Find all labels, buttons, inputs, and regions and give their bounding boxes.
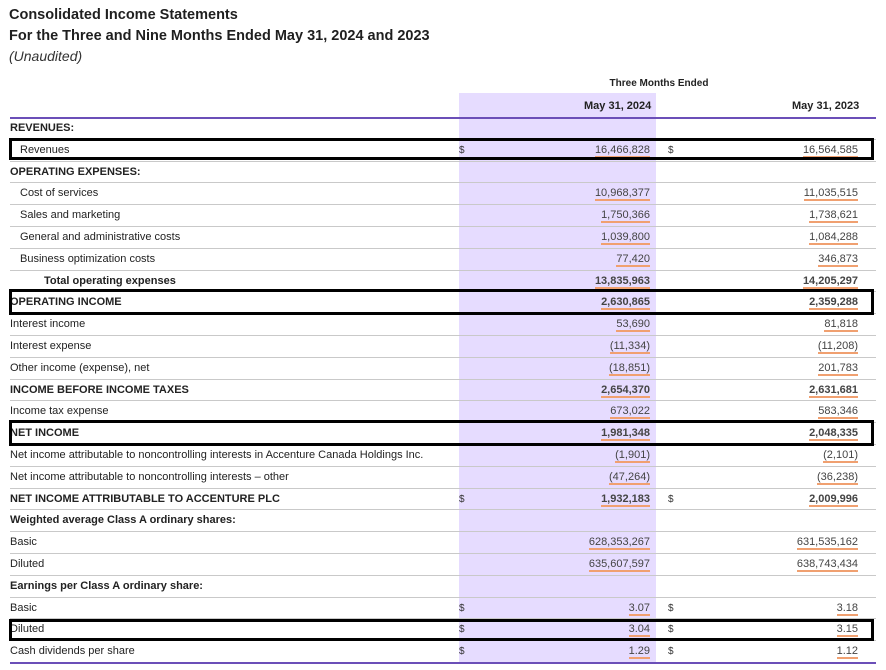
highlight-box-diluted-eps: [9, 619, 874, 641]
value-2024: 10,968,377: [594, 187, 650, 202]
report-title-line-1: Consolidated Income Statements: [9, 7, 238, 23]
row-label: Basic: [10, 536, 37, 549]
currency-symbol: $: [668, 602, 674, 614]
table-row: Net income attributable to noncontrollin…: [0, 467, 886, 489]
value-2024: (1,901): [615, 449, 650, 463]
currency-symbol: $: [459, 646, 465, 658]
row-label: Cost of services: [20, 187, 99, 200]
value-2023: 3.18: [836, 601, 858, 616]
row-label: REVENUES:: [10, 122, 75, 134]
value-2023: 638,743,434: [796, 558, 858, 572]
highlight-box-operating-income: [9, 289, 874, 315]
value-2023: 201,783: [818, 361, 858, 376]
value-2023: 583,346: [818, 405, 858, 420]
row-label: Other income (expense), net: [10, 361, 150, 374]
row-label: Diluted: [10, 558, 45, 570]
column-header-2024: May 31, 2024: [584, 100, 652, 112]
value-2023: 14,205,297: [802, 274, 858, 289]
value-2024: 53,690: [616, 318, 650, 333]
value-2023: 631,535,162: [796, 536, 858, 551]
currency-symbol: $: [459, 493, 465, 505]
row-label: General and administrative costs: [20, 231, 181, 243]
table-row: Interest expense (11,334) (11,208): [0, 336, 886, 358]
table-row: OPERATING EXPENSES:: [0, 162, 886, 184]
value-2024: 635,607,597: [588, 558, 650, 572]
value-2023: 1,084,288: [809, 231, 858, 245]
table-row: Interest income 53,690 81,818: [0, 314, 886, 336]
currency-symbol: $: [668, 493, 674, 505]
table-row: Earnings per Class A ordinary share:: [0, 576, 886, 598]
currency-symbol: $: [459, 602, 465, 614]
report-title-line-2: For the Three and Nine Months Ended May …: [9, 28, 430, 44]
value-2023: 1.12: [836, 645, 858, 660]
table-row: Cash dividends per share $ 1.29 $ 1.12: [0, 641, 886, 663]
row-label: Net income attributable to noncontrollin…: [10, 470, 289, 483]
table-row: INCOME BEFORE INCOME TAXES 2,654,370 2,6…: [0, 380, 886, 402]
row-label: INCOME BEFORE INCOME TAXES: [10, 383, 189, 396]
value-2024: (47,264): [609, 470, 650, 485]
table-row: Net income attributable to noncontrollin…: [0, 445, 886, 467]
table-row: Other income (expense), net (18,851) 201…: [0, 358, 886, 380]
value-2024: (11,334): [609, 340, 650, 354]
value-2024: (18,851): [609, 361, 650, 376]
value-2024: 77,420: [616, 252, 650, 267]
value-2024: 1,039,800: [601, 231, 650, 245]
table-row: Cost of services 10,968,377 11,035,515: [0, 183, 886, 206]
column-header-2023: May 31, 2023: [792, 100, 860, 112]
row-label: NET INCOME ATTRIBUTABLE TO ACCENTURE PLC: [10, 492, 280, 505]
row-label: Interest income: [10, 318, 86, 331]
row-label: Interest expense: [10, 340, 92, 352]
value-2023: (2,101): [823, 449, 858, 463]
value-2023: 2,009,996: [809, 492, 858, 507]
table-row: General and administrative costs 1,039,8…: [0, 227, 886, 249]
currency-symbol: $: [668, 646, 674, 658]
report-subtitle: (Unaudited): [9, 48, 83, 64]
value-2024: 673,022: [610, 405, 650, 420]
value-2024: 628,353,267: [588, 536, 650, 551]
value-2024: 1,932,183: [601, 492, 650, 507]
table-bottom-rule: [10, 662, 876, 664]
value-2024: 2,654,370: [601, 383, 650, 398]
row-label: Business optimization costs: [20, 252, 156, 265]
row-label: Weighted average Class A ordinary shares…: [10, 514, 236, 527]
table-row: NET INCOME ATTRIBUTABLE TO ACCENTURE PLC…: [0, 489, 886, 511]
value-2023: (11,208): [817, 340, 858, 354]
value-2023: 346,873: [818, 252, 858, 267]
row-label: Net income attributable to noncontrollin…: [10, 449, 424, 461]
value-2023: 11,035,515: [803, 187, 858, 202]
table-row: Weighted average Class A ordinary shares…: [0, 510, 886, 533]
row-label: Cash dividends per share: [10, 645, 135, 658]
row-label: Sales and marketing: [20, 209, 121, 222]
table-row: Business optimization costs 77,420 346,8…: [0, 249, 886, 271]
table-row: Basic 628,353,267 631,535,162: [0, 532, 886, 554]
value-2023: 81,818: [824, 318, 858, 333]
value-2023: 2,631,681: [809, 383, 858, 398]
value-2023: (36,238): [817, 470, 858, 485]
row-label: Total operating expenses: [44, 274, 176, 287]
value-2024: 3.07: [628, 601, 650, 616]
value-2024: 13,835,963: [594, 274, 650, 289]
row-label: Earnings per Class A ordinary share:: [10, 579, 203, 592]
value-2024: 1.29: [628, 645, 650, 660]
table-row: Sales and marketing 1,750,366 1,738,621: [0, 205, 886, 227]
row-label: Basic: [10, 601, 37, 614]
value-2024: 1,750,366: [601, 209, 650, 224]
table-row: REVENUES:: [0, 118, 886, 140]
value-2023: 1,738,621: [809, 209, 858, 224]
table-row: Diluted 635,607,597 638,743,434: [0, 554, 886, 576]
highlight-box-revenues: [9, 138, 874, 160]
row-label: Income tax expense: [10, 405, 109, 418]
period-header: Three Months Ended: [609, 78, 709, 89]
row-label: OPERATING EXPENSES:: [10, 165, 141, 178]
table-row: Basic $ 3.07 $ 3.18: [0, 598, 886, 620]
highlight-box-net-income: [9, 420, 874, 446]
